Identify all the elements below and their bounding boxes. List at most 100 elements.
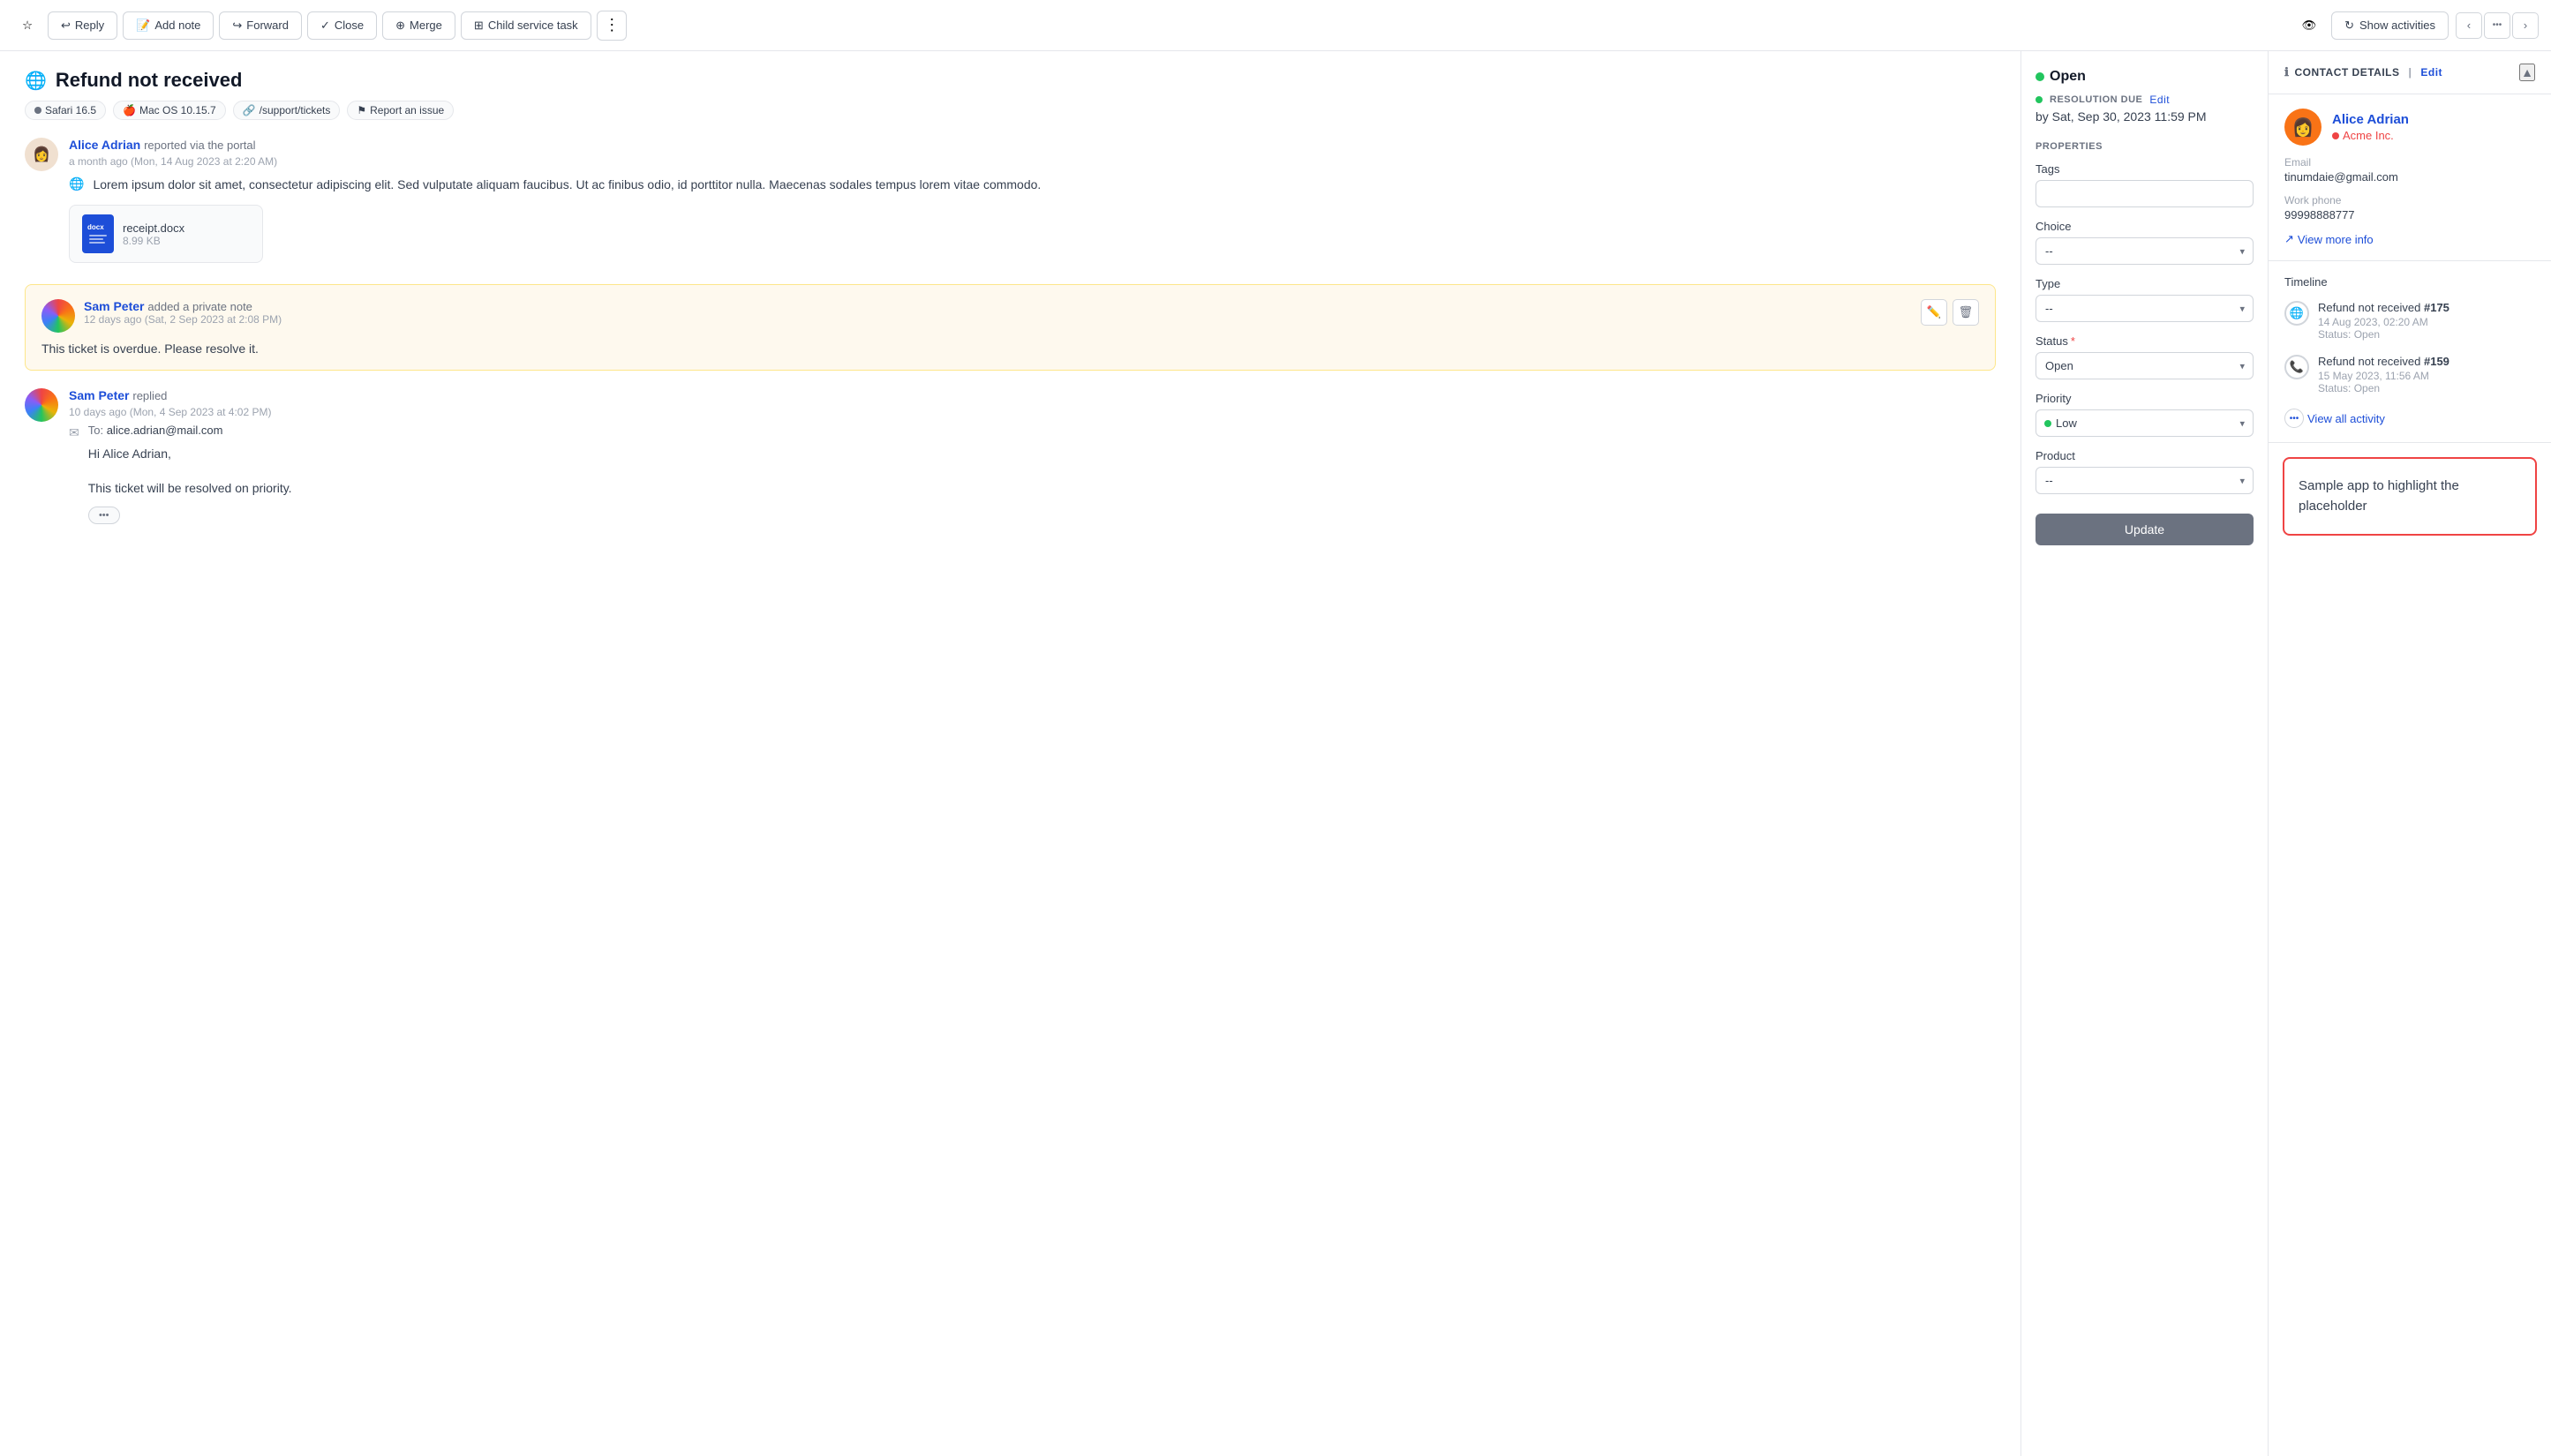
- delete-note-button[interactable]: 🗑: [1953, 299, 1979, 326]
- resolution-box: RESOLUTION DUE Edit by Sat, Sep 30, 2023…: [2036, 94, 2254, 124]
- work-phone-label: Work phone: [2284, 194, 2535, 206]
- product-select[interactable]: --: [2036, 467, 2254, 494]
- placeholder-text: Sample app to highlight the placeholder: [2299, 477, 2521, 516]
- type-label: Type: [2036, 277, 2254, 290]
- more-options-button[interactable]: ⋮: [597, 11, 627, 41]
- choice-label: Choice: [2036, 220, 2254, 233]
- attachment-name: receipt.docx: [123, 221, 184, 235]
- view-all-link[interactable]: ••• View all activity: [2284, 409, 2535, 428]
- type-select[interactable]: --: [2036, 295, 2254, 322]
- timeline-date-1: 14 Aug 2023, 02:20 AM: [2318, 316, 2535, 328]
- alice-avatar: 👩: [25, 138, 58, 171]
- browser-label: Safari 16.5: [45, 104, 96, 116]
- reply-entry: Sam Peter replied 10 days ago (Mon, 4 Se…: [25, 388, 1996, 524]
- note-action-label: added a private note: [147, 300, 252, 313]
- timeline-title: Timeline: [2284, 275, 2535, 289]
- work-phone-value: 99998888777: [2284, 208, 2535, 221]
- status-required: *: [2071, 334, 2075, 348]
- timeline-date-2: 15 May 2023, 11:56 AM: [2318, 370, 2535, 382]
- resolution-label-text: RESOLUTION DUE: [2050, 94, 2142, 105]
- type-select-wrapper: -- ▾: [2036, 295, 2254, 322]
- choice-select[interactable]: --: [2036, 237, 2254, 265]
- entry-body-1: Alice Adrian reported via the portal a m…: [69, 138, 1996, 263]
- choice-field: Choice -- ▾: [2036, 220, 2254, 265]
- page-title: Refund not received: [56, 69, 242, 92]
- reply-to-address: alice.adrian@mail.com: [107, 424, 223, 437]
- priority-dot: [2044, 420, 2051, 427]
- resolution-edit-link[interactable]: Edit: [2149, 94, 2170, 106]
- note-actions: ✏️ 🗑: [1921, 299, 1979, 326]
- add-note-icon: 📝: [136, 19, 150, 33]
- next-button[interactable]: ›: [2512, 12, 2539, 39]
- reply-greeting: Hi Alice Adrian,: [88, 444, 292, 463]
- timeline-section: Timeline 🌐 Refund not received #175 14 A…: [2269, 261, 2551, 443]
- collapse-button[interactable]: ▲: [2519, 64, 2535, 81]
- view-more-link[interactable]: ↗ View more info: [2284, 232, 2535, 246]
- prev-icon: ‹: [2467, 19, 2471, 32]
- eye-icon: 👁: [2302, 19, 2317, 33]
- reply-icon-row: ✉ To: alice.adrian@mail.com Hi Alice Adr…: [69, 424, 1996, 524]
- timeline-status-1: Status: Open: [2318, 328, 2535, 341]
- reply-time: 10 days ago (Mon, 4 Sep 2023 at 4:02 PM): [69, 406, 1996, 418]
- entry-header-1: Alice Adrian reported via the portal: [69, 138, 1996, 152]
- contact-details-title: ℹ CONTACT DETAILS | Edit: [2284, 65, 2442, 79]
- tags-input[interactable]: [2036, 180, 2254, 207]
- status-badge: Open: [2036, 69, 2086, 85]
- more-dots-icon: •••: [99, 510, 109, 521]
- type-field: Type -- ▾: [2036, 277, 2254, 322]
- conversation-entry-1: 👩 Alice Adrian reported via the portal a…: [25, 138, 1996, 263]
- trash-icon: 🗑: [1959, 305, 1974, 319]
- star-button[interactable]: ☆: [12, 11, 42, 41]
- sam-avatar-note: [41, 299, 75, 333]
- entry-text-1: Lorem ipsum dolor sit amet, consectetur …: [93, 175, 1041, 194]
- toolbar-left: ☆ ↩ Reply 📝 Add note ↪ Forward ✓ Close ⊕…: [12, 11, 2289, 41]
- page-header: 🌐 Refund not received: [25, 69, 1996, 92]
- link-icon: 🔗: [243, 104, 256, 116]
- entry-icon-row: 🌐 Lorem ipsum dolor sit amet, consectetu…: [69, 175, 1996, 194]
- resolution-date: by Sat, Sep 30, 2023 11:59 PM: [2036, 109, 2254, 124]
- status-label: Status *: [2036, 334, 2254, 348]
- contact-name[interactable]: Alice Adrian: [2332, 112, 2409, 127]
- timeline-icon-2: 📞: [2284, 355, 2309, 379]
- url-tag[interactable]: 🔗 /support/tickets: [233, 101, 341, 120]
- nav-arrows: ‹ ••• ›: [2456, 12, 2539, 39]
- show-activities-button[interactable]: ↻ Show activities: [2331, 11, 2449, 40]
- edit-note-button[interactable]: ✏️: [1921, 299, 1947, 326]
- merge-button[interactable]: ⊕ Merge: [382, 11, 455, 40]
- right-panel: ℹ CONTACT DETAILS | Edit ▲ 👩 Alice Adria…: [2269, 51, 2551, 1456]
- priority-select[interactable]: Low Medium High: [2036, 409, 2254, 437]
- note-time: 12 days ago (Sat, 2 Sep 2023 at 2:08 PM): [84, 313, 282, 326]
- reply-button[interactable]: ↩ Reply: [48, 11, 117, 40]
- status-select[interactable]: Open Closed Pending: [2036, 352, 2254, 379]
- resolution-label: RESOLUTION DUE Edit: [2036, 94, 2254, 106]
- contact-avatar: 👩: [2284, 109, 2321, 146]
- reply-to: To: alice.adrian@mail.com: [88, 424, 292, 437]
- browser-dot: [34, 107, 41, 114]
- report-tag[interactable]: ⚑ Report an issue: [347, 101, 454, 120]
- forward-icon: ↪: [232, 19, 242, 33]
- priority-select-wrapper: Low Medium High ▾: [2036, 409, 2254, 437]
- dots-nav-button[interactable]: •••: [2484, 12, 2510, 39]
- note-header: Sam Peter added a private note 12 days a…: [41, 299, 1979, 333]
- child-service-task-button[interactable]: ⊞ Child service task: [461, 11, 591, 40]
- more-content-button[interactable]: •••: [88, 507, 120, 524]
- forward-button[interactable]: ↪ Forward: [219, 11, 302, 40]
- docx-icon: docx: [82, 214, 114, 253]
- url-label: /support/tickets: [260, 104, 331, 116]
- meta-tags: Safari 16.5 🍎 Mac OS 10.15.7 🔗 /support/…: [25, 101, 1996, 120]
- contact-company: Acme Inc.: [2332, 129, 2409, 142]
- eye-button[interactable]: 👁: [2294, 11, 2324, 41]
- timeline-item-title-1: Refund not received #175: [2318, 301, 2535, 314]
- merge-icon: ⊕: [395, 19, 405, 33]
- add-note-button[interactable]: 📝 Add note: [123, 11, 214, 40]
- external-link-icon: ↗: [2284, 232, 2294, 246]
- note-author-info: Sam Peter added a private note 12 days a…: [84, 299, 282, 326]
- chevron-up-icon: ▲: [2521, 65, 2533, 79]
- update-button[interactable]: Update: [2036, 514, 2254, 545]
- prev-button[interactable]: ‹: [2456, 12, 2482, 39]
- contact-edit-link[interactable]: Edit: [2420, 66, 2442, 79]
- note-text: This ticket is overdue. Please resolve i…: [41, 341, 1979, 356]
- main-layout: 🌐 Refund not received Safari 16.5 🍎 Mac …: [0, 51, 2551, 1456]
- close-button[interactable]: ✓ Close: [307, 11, 377, 40]
- attachment[interactable]: docx receipt.docx 8.99 KB: [69, 205, 263, 263]
